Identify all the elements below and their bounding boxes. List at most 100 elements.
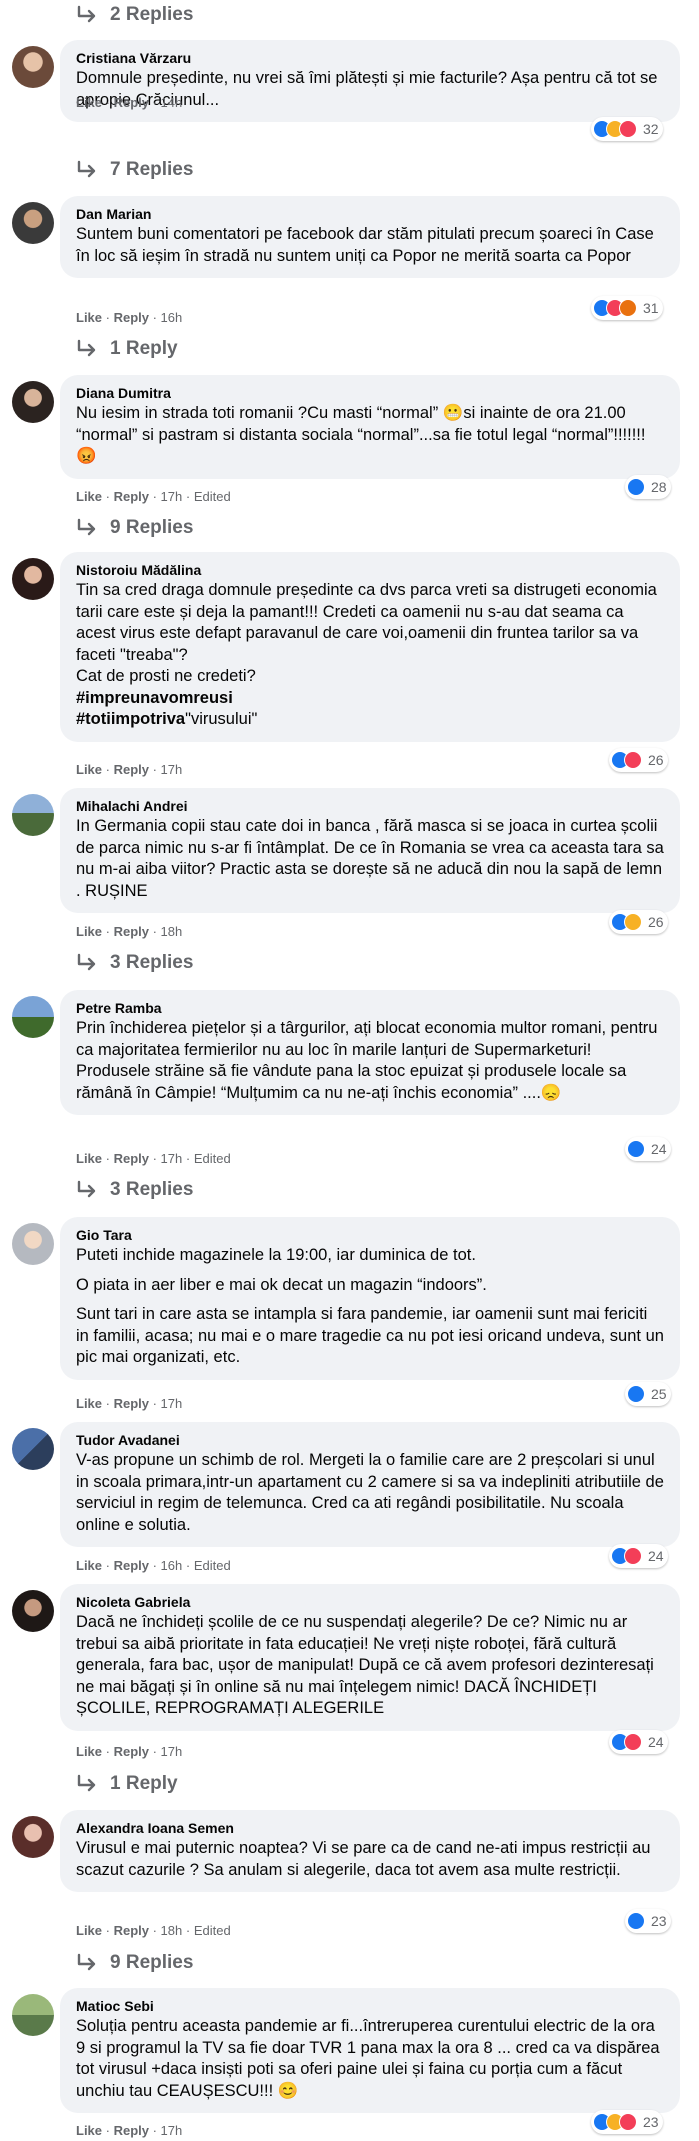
comment-author[interactable]: Matioc Sebi <box>76 1997 664 2016</box>
avatar[interactable] <box>12 46 54 88</box>
angry-reaction-icon <box>619 299 637 317</box>
like-link[interactable]: Like <box>76 762 102 777</box>
reply-arrow-icon <box>77 339 96 357</box>
reply-link[interactable]: Reply <box>114 489 149 504</box>
view-replies-link[interactable]: 7 Replies <box>76 157 193 183</box>
like-reaction-icon <box>627 478 645 496</box>
reply-link[interactable]: Reply <box>114 1923 149 1938</box>
reaction-summary[interactable]: 24 <box>609 1730 668 1754</box>
comment-time[interactable]: 17h <box>161 1396 183 1411</box>
hashtag-link[interactable]: #impreunavomreusi <box>76 688 664 710</box>
like-link[interactable]: Like <box>76 1558 102 1573</box>
comment-time[interactable]: 17h <box>161 1151 183 1166</box>
like-link[interactable]: Like <box>76 95 102 110</box>
view-replies-link[interactable]: 1 Reply <box>76 1771 178 1797</box>
like-link[interactable]: Like <box>76 1396 102 1411</box>
reaction-summary[interactable]: 24 <box>625 1137 671 1161</box>
avatar[interactable] <box>12 558 54 600</box>
reaction-summary[interactable]: 23 <box>591 2110 663 2134</box>
comment-author[interactable]: Nicoleta Gabriela <box>76 1593 664 1612</box>
edited-label[interactable]: Edited <box>194 489 231 504</box>
reaction-summary[interactable]: 24 <box>609 1544 668 1568</box>
reaction-summary[interactable]: 28 <box>625 475 671 499</box>
reply-link[interactable]: Reply <box>114 1151 149 1166</box>
view-replies-link[interactable]: 9 Replies <box>76 515 193 541</box>
avatar[interactable] <box>12 1428 54 1470</box>
like-link[interactable]: Like <box>76 1744 102 1759</box>
comment-time[interactable]: 18h <box>161 924 183 939</box>
comment-author[interactable]: Petre Ramba <box>76 999 664 1018</box>
reply-link[interactable]: Reply <box>114 924 149 939</box>
comment-bubble: Alexandra Ioana Semen Virusul e mai pute… <box>60 1810 680 1892</box>
reaction-count: 24 <box>651 1141 667 1157</box>
avatar[interactable] <box>12 1223 54 1265</box>
like-link[interactable]: Like <box>76 1151 102 1166</box>
comment-author[interactable]: Tudor Avadanei <box>76 1431 664 1450</box>
comment-time[interactable]: 17h <box>161 489 183 504</box>
view-replies-link[interactable]: 9 Replies <box>76 1950 193 1976</box>
comment-time[interactable]: 16h <box>161 1558 183 1573</box>
edited-label[interactable]: Edited <box>194 1151 231 1166</box>
replies-count: 7 Replies <box>110 159 194 180</box>
reaction-summary[interactable]: 23 <box>625 1909 671 1933</box>
comment-author[interactable]: Diana Dumitra <box>76 384 664 403</box>
like-link[interactable]: Like <box>76 924 102 939</box>
avatar[interactable] <box>12 1816 54 1858</box>
reaction-count: 28 <box>651 479 667 495</box>
reaction-summary[interactable]: 26 <box>609 910 668 934</box>
view-replies-link[interactable]: 2 Replies <box>76 2 193 28</box>
avatar[interactable] <box>12 381 54 423</box>
reply-link[interactable]: Reply <box>114 310 149 325</box>
replies-count: 9 Replies <box>110 1952 194 1973</box>
comment-text: "virusului" <box>185 710 258 728</box>
comment-author[interactable]: Gio Tara <box>76 1226 664 1245</box>
comment-time[interactable]: 17h <box>161 2123 183 2138</box>
reaction-summary[interactable]: 32 <box>591 117 663 141</box>
reply-link[interactable]: Reply <box>114 1396 149 1411</box>
avatar[interactable] <box>12 996 54 1038</box>
like-link[interactable]: Like <box>76 489 102 504</box>
avatar[interactable] <box>12 794 54 836</box>
like-link[interactable]: Like <box>76 1923 102 1938</box>
comment-text: Virusul e mai puternic noaptea? Vi se pa… <box>76 1839 651 1879</box>
comment-author[interactable]: Mihalachi Andrei <box>76 797 664 816</box>
reaction-count: 26 <box>648 914 664 930</box>
comment-author[interactable]: Nistoroiu Mădălina <box>76 561 664 580</box>
avatar[interactable] <box>12 1590 54 1632</box>
comment-author[interactable]: Alexandra Ioana Semen <box>76 1819 664 1838</box>
reaction-count: 24 <box>648 1734 664 1750</box>
reply-link[interactable]: Reply <box>114 1744 149 1759</box>
reply-arrow-icon <box>77 1774 96 1792</box>
view-replies-link[interactable]: 3 Replies <box>76 950 193 976</box>
hashtag-link[interactable]: #totiimpotriva <box>76 710 185 728</box>
view-replies-link[interactable]: 3 Replies <box>76 1177 193 1203</box>
sad-reaction-icon <box>624 913 642 931</box>
comment-author[interactable]: Dan Marian <box>76 205 664 224</box>
reply-link[interactable]: Reply <box>114 95 149 110</box>
like-reaction-icon <box>627 1912 645 1930</box>
comment-author[interactable]: Cristiana Vărzaru <box>76 49 664 68</box>
comment-time[interactable]: 17h <box>161 1744 183 1759</box>
edited-label[interactable]: Edited <box>194 1558 231 1573</box>
avatar[interactable] <box>12 1994 54 2036</box>
reaction-summary[interactable]: 25 <box>625 1382 671 1406</box>
edited-label[interactable]: Edited <box>194 1923 231 1938</box>
comment-actions: Like · Reply · 16h · Edited <box>76 1558 231 1573</box>
reaction-summary[interactable]: 31 <box>591 296 663 320</box>
avatar[interactable] <box>12 202 54 244</box>
reaction-summary[interactable]: 26 <box>609 748 668 772</box>
comment-bubble: Dan Marian Suntem buni comentatori pe fa… <box>60 196 680 278</box>
comment-actions: Like · Reply · 17h <box>76 2123 183 2138</box>
comment-time[interactable]: 17h <box>161 762 183 777</box>
like-link[interactable]: Like <box>76 310 102 325</box>
reply-link[interactable]: Reply <box>114 762 149 777</box>
replies-count: 3 Replies <box>110 952 194 973</box>
view-replies-link[interactable]: 1 Reply <box>76 336 178 362</box>
reply-link[interactable]: Reply <box>114 2123 149 2138</box>
like-link[interactable]: Like <box>76 2123 102 2138</box>
comment-time[interactable]: 16h <box>161 310 183 325</box>
comment-time[interactable]: 18h <box>161 1923 183 1938</box>
comment-actions: Like · Reply · 17h · Edited <box>76 1151 231 1166</box>
comment-time[interactable]: 14h <box>161 95 183 110</box>
reply-link[interactable]: Reply <box>114 1558 149 1573</box>
